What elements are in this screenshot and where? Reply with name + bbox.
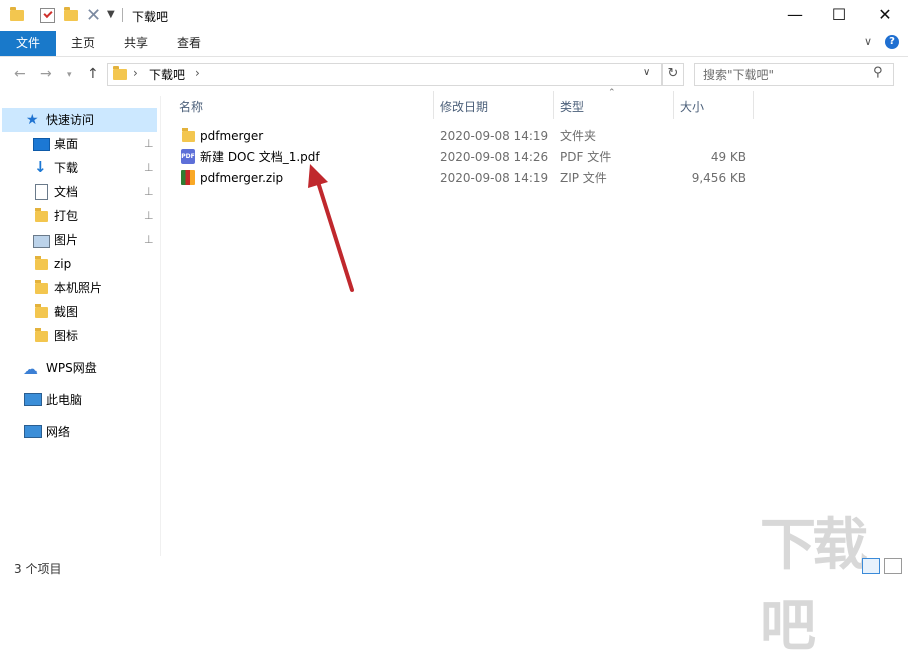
computer-icon <box>24 393 42 406</box>
help-icon[interactable]: ? <box>885 35 899 49</box>
column-divider[interactable] <box>753 91 754 119</box>
column-header-size[interactable]: 大小 <box>680 97 704 119</box>
breadcrumb-separator[interactable]: › <box>195 66 200 80</box>
folder-icon <box>35 328 48 342</box>
file-name[interactable]: pdfmerger <box>200 127 263 145</box>
customize-quick-access-icon[interactable]: ▼ <box>107 9 115 20</box>
file-size <box>680 127 746 145</box>
chevron-down-icon[interactable]: ∨ <box>643 67 650 78</box>
column-divider[interactable] <box>673 91 674 119</box>
ribbon-tabs: 文件 主页 共享 查看 <box>0 31 908 57</box>
status-item-count: 3 个项目 <box>14 562 62 576</box>
column-header-name[interactable]: 名称 <box>179 97 203 119</box>
sidebar-item-quick-access[interactable]: 快速访问 <box>46 109 94 131</box>
file-date: 2020-09-08 14:19 <box>440 171 549 185</box>
maximize-button[interactable]: ☐ <box>816 0 862 30</box>
sidebar-item-pictures[interactable]: 图片 <box>54 229 78 251</box>
pin-icon[interactable]: ⊥ <box>144 185 154 198</box>
breadcrumb[interactable]: 下载吧 <box>149 66 185 83</box>
pin-icon[interactable]: ⊥ <box>144 233 154 246</box>
refresh-button[interactable]: ↻ <box>662 63 684 86</box>
download-icon: ↓ <box>34 158 47 176</box>
document-icon <box>35 184 48 200</box>
address-bar[interactable] <box>107 63 662 86</box>
sidebar-item-icons[interactable]: 图标 <box>54 325 78 347</box>
file-type: ZIP 文件 <box>560 171 607 185</box>
search-placeholder: 搜索"下载吧" <box>703 68 775 82</box>
recent-locations-icon[interactable]: ▾ <box>67 70 72 80</box>
minimize-button[interactable]: — <box>772 0 818 30</box>
tab-home[interactable]: 主页 <box>62 31 104 56</box>
sidebar-item-this-pc[interactable]: 此电脑 <box>46 389 82 411</box>
file-type: 文件夹 <box>560 129 597 143</box>
sidebar-item-zip[interactable]: zip <box>54 253 71 275</box>
title-bar: ✕ ▼ 下载吧 — ☐ ✕ <box>0 0 908 31</box>
sidebar-item-documents[interactable]: 文档 <box>54 181 78 203</box>
sidebar-item-desktop[interactable]: 桌面 <box>54 133 78 155</box>
file-date: 2020-09-08 14:26 <box>440 150 549 164</box>
file-date: 2020-09-08 14:19 <box>440 129 549 143</box>
star-icon: ★ <box>26 112 39 128</box>
pictures-icon <box>33 235 50 248</box>
sidebar-item-pack[interactable]: 打包 <box>54 205 78 227</box>
network-icon <box>24 425 42 438</box>
breadcrumb-separator[interactable]: › <box>133 66 138 80</box>
sidebar-item-wps-cloud[interactable]: WPS网盘 <box>46 357 97 379</box>
column-divider[interactable] <box>553 91 554 119</box>
back-arrow-icon[interactable]: ← <box>14 66 26 82</box>
large-icons-view-button[interactable] <box>884 558 902 574</box>
sidebar-item-photos[interactable]: 本机照片 <box>54 277 102 299</box>
file-name[interactable]: pdfmerger.zip <box>200 169 283 187</box>
search-icon[interactable]: ⚲ <box>873 65 883 80</box>
tab-file[interactable]: 文件 <box>0 31 56 56</box>
sort-ascending-icon: ⌃ <box>608 88 616 98</box>
sidebar-item-network[interactable]: 网络 <box>46 421 70 443</box>
folder-icon <box>35 304 48 318</box>
folder-icon <box>113 66 127 80</box>
pane-divider[interactable] <box>160 96 161 556</box>
tab-share[interactable]: 共享 <box>115 31 157 56</box>
new-folder-icon[interactable] <box>64 7 78 21</box>
sidebar-item-download[interactable]: 下载 <box>54 157 78 179</box>
expand-ribbon-icon[interactable]: ∨ <box>864 35 872 48</box>
folder-icon <box>182 128 195 142</box>
annotation-arrow <box>308 164 354 292</box>
pin-icon[interactable]: ⊥ <box>144 209 154 222</box>
close-button[interactable]: ✕ <box>862 0 908 30</box>
folder-icon <box>35 256 48 270</box>
file-type: PDF 文件 <box>560 150 612 164</box>
column-header-type[interactable]: 类型 <box>560 97 584 119</box>
pin-icon[interactable]: ⊥ <box>144 137 154 150</box>
window-title: 下载吧 <box>132 10 169 24</box>
zip-icon <box>181 170 195 185</box>
title-separator <box>122 8 123 22</box>
file-size: 9,456 KB <box>691 171 746 185</box>
column-header-date[interactable]: 修改日期 <box>440 97 488 119</box>
cloud-icon: ☁ <box>23 360 38 378</box>
column-divider[interactable] <box>433 91 434 119</box>
tab-view[interactable]: 查看 <box>168 31 210 56</box>
sidebar-item-screenshots[interactable]: 截图 <box>54 301 78 323</box>
properties-icon[interactable] <box>40 8 55 23</box>
pdf-icon: PDF <box>181 149 195 164</box>
file-size: 49 KB <box>710 150 746 164</box>
pin-icon[interactable]: ⊥ <box>144 161 154 174</box>
folder-icon <box>35 208 48 222</box>
up-arrow-icon[interactable]: ↑ <box>87 66 99 82</box>
watermark-logo: 下载吧 <box>760 513 868 659</box>
desktop-icon <box>33 138 50 151</box>
folder-icon <box>35 280 48 294</box>
details-view-button[interactable] <box>862 558 880 574</box>
delete-icon[interactable]: ✕ <box>86 5 101 26</box>
folder-icon <box>10 7 24 21</box>
forward-arrow-icon[interactable]: → <box>40 66 52 82</box>
